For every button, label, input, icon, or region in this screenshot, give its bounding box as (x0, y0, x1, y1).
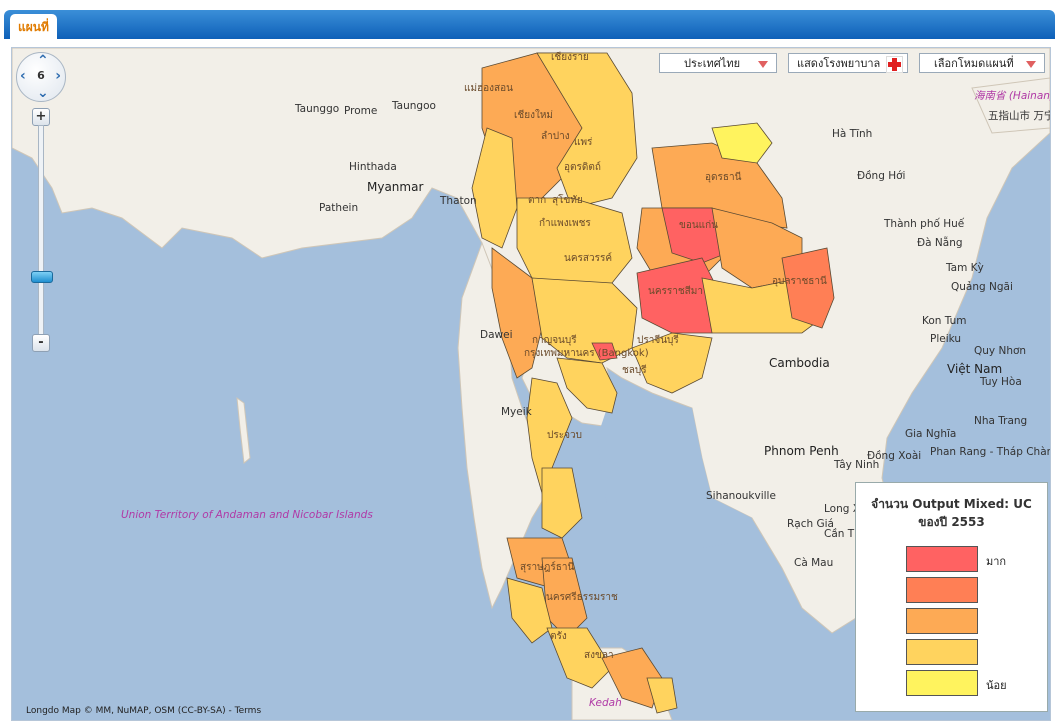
legend-swatch (906, 577, 978, 603)
map-label-city: Prome (344, 105, 378, 117)
map-label-province: ตรัง (550, 631, 567, 642)
map-attribution[interactable]: Longdo Map © MM, NuMAP, OSM (CC-BY-SA) -… (26, 706, 261, 716)
legend-high-label: มาก (986, 555, 1007, 568)
map-label-city: Cà Mau (794, 557, 834, 569)
legend-title-line1: จำนวน Output Mixed: UC (871, 497, 1032, 511)
map-label-province: นครศรีธรรมราช (546, 592, 618, 603)
map-label-city: Tam Kỳ (946, 262, 984, 274)
map-label-province: สุราษฎร์ธานี (520, 562, 575, 573)
zoom-in-button[interactable]: + (32, 108, 50, 126)
map-widget: แผนที่ Myanmar Cambodia Việt Nam Taunggo… (0, 0, 1059, 727)
map-label-province: สุโขทัย (552, 195, 583, 206)
map-label-province: อุดรธานี (705, 172, 742, 183)
map-label-city: Phan Rang - Tháp Chàm (930, 446, 1051, 458)
map-label-province: นครราชสีมา (648, 286, 703, 297)
map-label-hainan: 海南省 (Hainan) (974, 90, 1051, 102)
map-mode-value: เลือกโหมดแผนที่ (934, 57, 1014, 70)
legend-swatch (906, 608, 978, 634)
country-select-value: ประเทศไทย (684, 57, 741, 70)
map-label-hainan-city: 五指山市 万宁 (988, 110, 1051, 122)
map-label-city: Hà Tĩnh (832, 128, 873, 140)
map-label-city: Gia Nghĩa (905, 428, 957, 440)
map-label-city: Tây Ninh (834, 459, 880, 471)
map-label-province: กรุงเทพมหานคร (Bangkok) (524, 348, 649, 359)
map-label-province: ประจวบ (547, 430, 582, 441)
zoom-level-indicator: 6 (37, 69, 45, 82)
map-label-city: Taunggo (295, 103, 340, 115)
map-label-province: อุบลราชธานี (772, 276, 827, 287)
hospital-cross-icon (886, 56, 903, 73)
legend-title-line2: ของปี 2553 (918, 515, 985, 529)
zoom-slider-track[interactable] (38, 125, 44, 337)
map-label-city: Thành phố Huế (884, 218, 965, 230)
map-label-province: แพร่ (574, 137, 593, 148)
map-label-province: อุตรดิตถ์ (564, 162, 601, 173)
map-label-city: Dawei (480, 329, 513, 341)
map-label-province: ปราจีนบุรี (637, 335, 679, 346)
map-label-city: Đồng Hới (857, 170, 906, 182)
chevron-down-icon (758, 61, 768, 68)
pan-up-icon[interactable]: ⌃ (37, 54, 49, 68)
pan-control[interactable]: ⌃ ‹ › ⌄ 6 (16, 52, 66, 102)
map-label-province: ลำปาง (541, 131, 570, 142)
pan-left-icon[interactable]: ‹ (20, 69, 26, 83)
map-label-city: Pathein (319, 202, 359, 214)
land-andaman (236, 396, 251, 464)
map-label-vietnam: Việt Nam (947, 362, 1003, 376)
map-label-city: Sihanoukville (706, 490, 776, 502)
legend-swatch (906, 639, 978, 665)
show-hospital-label: แสดงโรงพยาบาล (797, 57, 881, 70)
legend-title: จำนวน Output Mixed: UC ของปี 2553 (856, 495, 1047, 531)
prov-south-isthmus (541, 467, 583, 539)
map-label-city: Quảng Ngãi (951, 281, 1013, 293)
pan-right-icon[interactable]: › (55, 69, 61, 83)
map-label-myanmar: Myanmar (367, 180, 424, 194)
map-label-city: Kon Tum (922, 315, 967, 327)
map-label-cambodia: Cambodia (769, 356, 830, 370)
map-label-province: กำแพงเพชร (539, 218, 591, 229)
legend: จำนวน Output Mixed: UC ของปี 2553 มาก น้… (855, 482, 1048, 712)
zoom-slider-thumb[interactable] (31, 271, 53, 284)
map-label-andaman: Union Territory of Andaman and Nicobar I… (121, 509, 373, 521)
chevron-down-icon (1026, 61, 1036, 68)
map-label-kedah: Kedah (589, 697, 622, 709)
map-label-city: Myeik (501, 406, 532, 418)
map-label-province: สงขลา (584, 650, 614, 661)
prov-north-central (516, 197, 633, 289)
map-label-city: Pleiku (930, 333, 962, 345)
map-label-city: Phnom Penh (764, 444, 839, 458)
map-label-city: Nha Trang (974, 415, 1028, 427)
map-viewport[interactable]: Myanmar Cambodia Việt Nam Taunggo Prome … (11, 47, 1051, 721)
tab-map[interactable]: แผนที่ (10, 14, 57, 39)
legend-low-label: น้อย (986, 679, 1007, 692)
map-mode-select[interactable]: เลือกโหมดแผนที่ (919, 53, 1045, 73)
map-label-city: Hinthada (349, 161, 397, 173)
tab-bar: แผนที่ (4, 10, 1055, 39)
map-label-province: แม่ฮ่องสอน (464, 83, 513, 94)
pan-down-icon[interactable]: ⌄ (37, 86, 49, 100)
legend-swatch (906, 546, 978, 572)
legend-swatch (906, 670, 978, 696)
map-label-province: ขอนแก่น (679, 220, 719, 231)
zoom-out-button[interactable]: - (32, 334, 50, 352)
map-label-city: Đà Nẵng (917, 237, 963, 249)
map-label-province: ตาก (528, 195, 547, 206)
map-label-city: Tuy Hòa (980, 376, 1022, 388)
map-label-province: นครสวรรค์ (564, 253, 613, 264)
map-label-city: Quy Nhơn (974, 345, 1027, 357)
map-label-city: Thaton (440, 195, 477, 207)
map-label-province: เชียงราย (551, 52, 589, 63)
show-hospital-button[interactable]: แสดงโรงพยาบาล (788, 53, 908, 73)
map-label-city: Taungoo (392, 100, 436, 112)
map-label-province: เชียงใหม่ (514, 110, 554, 121)
country-select[interactable]: ประเทศไทย (659, 53, 777, 73)
map-label-province: ชลบุรี (622, 365, 647, 376)
